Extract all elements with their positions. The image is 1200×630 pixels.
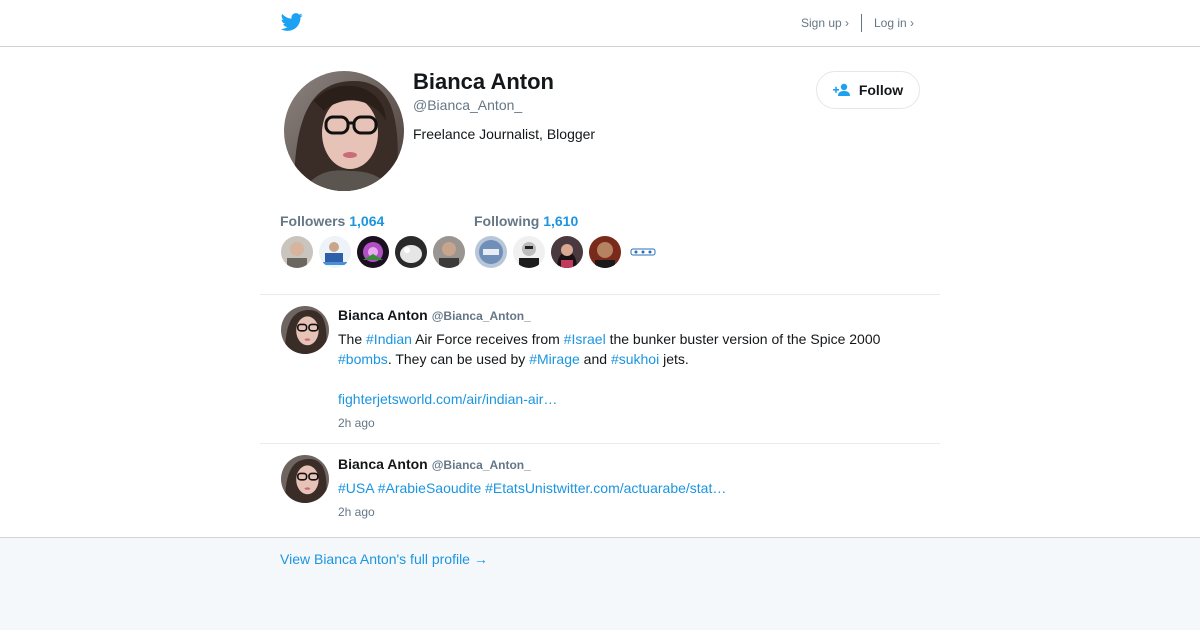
- tweet-text-segment: . They can be used by: [387, 351, 530, 367]
- tweet-text-segment: The: [338, 331, 367, 347]
- following-avatar[interactable]: [551, 236, 583, 268]
- followers-count: 1,064: [349, 213, 385, 229]
- tweet-author-name: Bianca Anton: [338, 307, 428, 323]
- tweet-author-name: Bianca Anton: [338, 456, 428, 472]
- profile-bio: Freelance Journalist, Blogger: [413, 126, 596, 142]
- tweet-text-segment: jets.: [659, 351, 689, 367]
- nav-divider: [861, 14, 862, 32]
- hashtag-link[interactable]: #Israel: [564, 331, 606, 347]
- hashtag-link[interactable]: #EtatsUnis: [485, 480, 553, 496]
- followers-label: Followers: [280, 213, 346, 229]
- footer: View Bianca Anton's full profile →: [0, 537, 1200, 630]
- tweet-author-handle: @Bianca_Anton_: [431, 458, 531, 472]
- add-user-icon: [832, 83, 850, 96]
- hashtag-link[interactable]: #ArabieSaoudite: [378, 480, 482, 496]
- following-avatar[interactable]: [589, 236, 621, 268]
- profile-name: Bianca Anton: [413, 69, 554, 94]
- profile-avatar[interactable]: [284, 71, 404, 191]
- following-avatar[interactable]: [513, 236, 545, 268]
- following-avatar[interactable]: [627, 236, 659, 268]
- following-count: 1,610: [543, 213, 579, 229]
- profile-handle: @Bianca_Anton_: [413, 97, 523, 113]
- following-stat[interactable]: Following 1,610: [474, 213, 578, 229]
- tweet-timestamp[interactable]: 2h ago: [338, 416, 375, 430]
- follow-button[interactable]: Follow: [816, 71, 920, 109]
- follower-avatar[interactable]: [357, 236, 389, 268]
- tweet-text-segment: the bunker buster version of the Spice 2…: [605, 331, 881, 347]
- tweet-text: #USA #ArabieSaoudite #EtatsUnistwitter.c…: [338, 478, 918, 498]
- top-bar: Sign up › Log in ›: [0, 0, 1200, 47]
- tweet-author[interactable]: Bianca Anton @Bianca_Anton_: [338, 307, 531, 323]
- tweet-url-link[interactable]: twitter.com/actuarabe/stat…: [553, 480, 727, 496]
- hashtag-link[interactable]: #Indian: [366, 331, 412, 347]
- tweet-author-handle: @Bianca_Anton_: [431, 309, 531, 323]
- tweet-text: The #Indian Air Force receives from #Isr…: [338, 329, 918, 369]
- hashtag-link[interactable]: #sukhoi: [611, 351, 659, 367]
- follow-button-label: Follow: [858, 82, 904, 98]
- tweet-url-link[interactable]: fighterjetsworld.com/air/indian-air…: [338, 389, 918, 409]
- follower-avatar[interactable]: [433, 236, 465, 268]
- hashtag-link[interactable]: #bombs: [338, 351, 388, 367]
- view-full-profile-link[interactable]: View Bianca Anton's full profile →: [280, 551, 488, 567]
- tweet-avatar[interactable]: [281, 306, 329, 354]
- section-divider: [260, 294, 940, 295]
- tweet-timestamp[interactable]: 2h ago: [338, 505, 375, 519]
- hashtag-link[interactable]: #USA: [338, 480, 374, 496]
- sign-up-link[interactable]: Sign up ›: [801, 16, 849, 30]
- follower-avatar[interactable]: [395, 236, 427, 268]
- tweet-divider: [260, 443, 940, 444]
- follower-avatar[interactable]: [319, 236, 351, 268]
- follower-avatar[interactable]: [281, 236, 313, 268]
- log-in-link[interactable]: Log in ›: [874, 16, 914, 30]
- twitter-bird-icon[interactable]: [280, 11, 304, 33]
- tweet-text-segment: and: [579, 351, 611, 367]
- followers-stat[interactable]: Followers 1,064: [280, 213, 384, 229]
- following-label: Following: [474, 213, 540, 229]
- tweet-text-segment: Air Force receives from: [411, 331, 564, 347]
- tweet-author[interactable]: Bianca Anton @Bianca_Anton_: [338, 456, 531, 472]
- following-avatar[interactable]: [475, 236, 507, 268]
- tweet-avatar[interactable]: [281, 455, 329, 503]
- hashtag-link[interactable]: #Mirage: [529, 351, 580, 367]
